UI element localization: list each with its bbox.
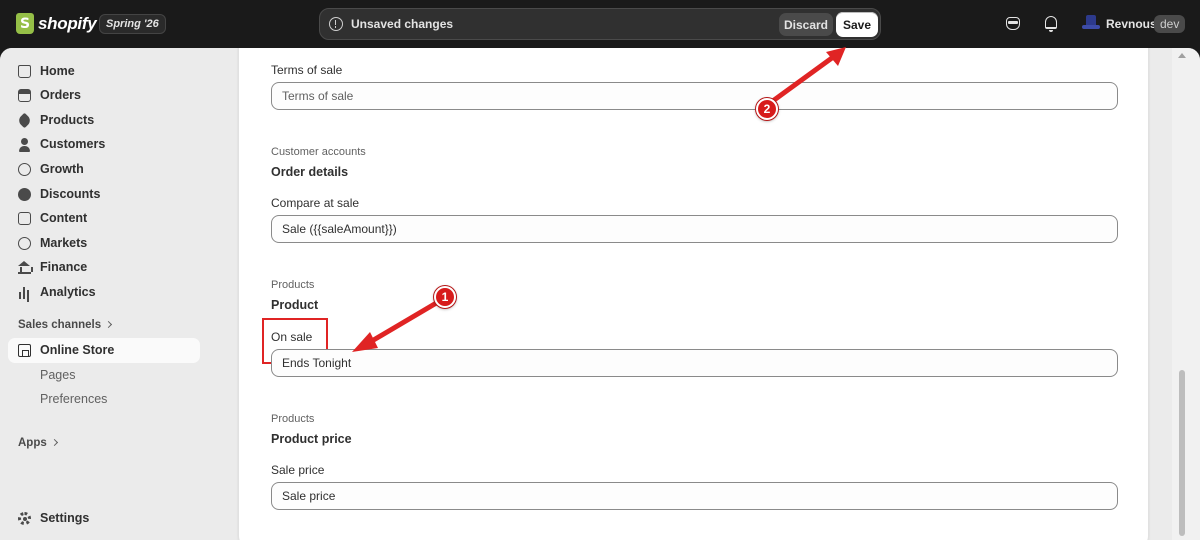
chevron-right-icon [105, 320, 113, 329]
sidebar-item-label: Orders [40, 88, 81, 102]
sidebar-item-online-store[interactable]: Online Store [8, 338, 200, 363]
group-title-product-price: Product price [271, 432, 352, 446]
on-sale-input[interactable] [271, 349, 1118, 377]
admin-frame: Home Orders Products Customers Growth Di… [0, 48, 1200, 540]
sidebar: Home Orders Products Customers Growth Di… [0, 48, 210, 540]
compare-at-sale-input[interactable] [271, 215, 1118, 243]
scrollbar-thumb[interactable] [1179, 370, 1185, 536]
scroll-up-arrow-icon[interactable] [1178, 53, 1186, 58]
sidebar-item-label: Markets [40, 236, 88, 250]
sales-channels-section[interactable]: Sales channels [18, 319, 113, 331]
content-icon [18, 212, 31, 225]
sale-price-input[interactable] [271, 482, 1118, 510]
store-name[interactable]: Revnous [1106, 17, 1157, 31]
apps-section[interactable]: Apps [18, 437, 58, 449]
group-title-order-details: Order details [271, 165, 349, 179]
sidebar-item-products[interactable]: Products [8, 108, 200, 133]
on-sale-label: On sale [271, 330, 313, 344]
gear-icon [18, 512, 31, 525]
store-avatar[interactable] [1082, 14, 1100, 32]
sidebar-item-markets[interactable]: Markets [8, 231, 200, 256]
bell-icon[interactable] [1040, 13, 1062, 35]
sidebar-item-customers[interactable]: Customers [8, 132, 200, 157]
group-label-products: Products [271, 279, 315, 291]
unsaved-changes-text: Unsaved changes [351, 17, 454, 31]
group-label-customer-accounts: Customer accounts [271, 146, 366, 158]
sidebar-item-label: Discounts [40, 187, 101, 201]
sidebar-item-preferences[interactable]: Preferences [8, 387, 200, 412]
info-icon [329, 17, 343, 31]
dev-badge: dev [1154, 15, 1186, 33]
save-button[interactable]: Save [836, 12, 878, 37]
sidebar-item-label: Finance [40, 260, 88, 274]
sidebar-item-label: Preferences [40, 392, 108, 406]
analytics-icon [18, 286, 31, 299]
scrollbar[interactable] [1172, 48, 1200, 540]
sidebar-item-finance[interactable]: Finance [8, 255, 200, 280]
sidebar-item-label: Home [40, 64, 75, 78]
person-icon [18, 138, 31, 152]
sidebar-item-label: Online Store [40, 343, 115, 357]
sidebar-item-growth[interactable]: Growth [8, 157, 200, 182]
sidebar-item-settings[interactable]: Settings [8, 506, 200, 531]
orders-icon [18, 89, 31, 102]
globe-icon [18, 237, 31, 250]
sidebar-item-content[interactable]: Content [8, 206, 200, 231]
sidekick-icon[interactable] [1002, 13, 1024, 35]
group-label-products: Products [271, 413, 315, 425]
terms-of-sale-input[interactable] [271, 82, 1118, 110]
step-2-badge: 2 [756, 98, 778, 120]
discount-icon [18, 188, 31, 201]
sidebar-item-label: Analytics [40, 285, 96, 299]
discard-button[interactable]: Discard [779, 13, 833, 36]
store-icon [18, 344, 31, 357]
top-bar: shopify Spring '26 Unsaved changes Disca… [0, 0, 1200, 48]
sidebar-item-label: Pages [40, 368, 76, 382]
sidebar-item-label: Growth [40, 162, 84, 176]
bank-icon [18, 261, 33, 274]
apps-label: Apps [18, 437, 47, 449]
home-icon [18, 65, 31, 78]
sidebar-item-pages[interactable]: Pages [8, 363, 200, 388]
sidebar-item-label: Settings [40, 511, 90, 525]
sale-price-label: Sale price [271, 463, 325, 477]
growth-icon [18, 163, 31, 176]
sidebar-item-label: Products [40, 113, 95, 127]
group-title-product: Product [271, 298, 319, 312]
sidebar-item-home[interactable]: Home [8, 59, 200, 84]
step-1-badge: 1 [434, 286, 456, 308]
compare-at-sale-label: Compare at sale [271, 196, 360, 210]
edition-badge: Spring '26 [99, 14, 166, 34]
logo-text: shopify [38, 13, 97, 33]
sales-channels-label: Sales channels [18, 319, 102, 331]
shopping-bag-icon [16, 13, 34, 34]
sidebar-item-label: Customers [40, 137, 106, 151]
unsaved-changes-bar: Unsaved changes Discard Save [319, 8, 881, 40]
metafields-card: Terms of sale Customer accounts Order de… [238, 48, 1149, 540]
shopify-logo[interactable]: shopify [16, 13, 97, 34]
sidebar-item-discounts[interactable]: Discounts [8, 182, 200, 207]
tag-icon [16, 112, 33, 129]
terms-of-sale-label: Terms of sale [271, 63, 343, 77]
sidebar-item-analytics[interactable]: Analytics [8, 280, 200, 305]
sidebar-item-label: Content [40, 211, 88, 225]
chevron-right-icon [50, 438, 58, 447]
sidebar-item-orders[interactable]: Orders [8, 83, 200, 108]
